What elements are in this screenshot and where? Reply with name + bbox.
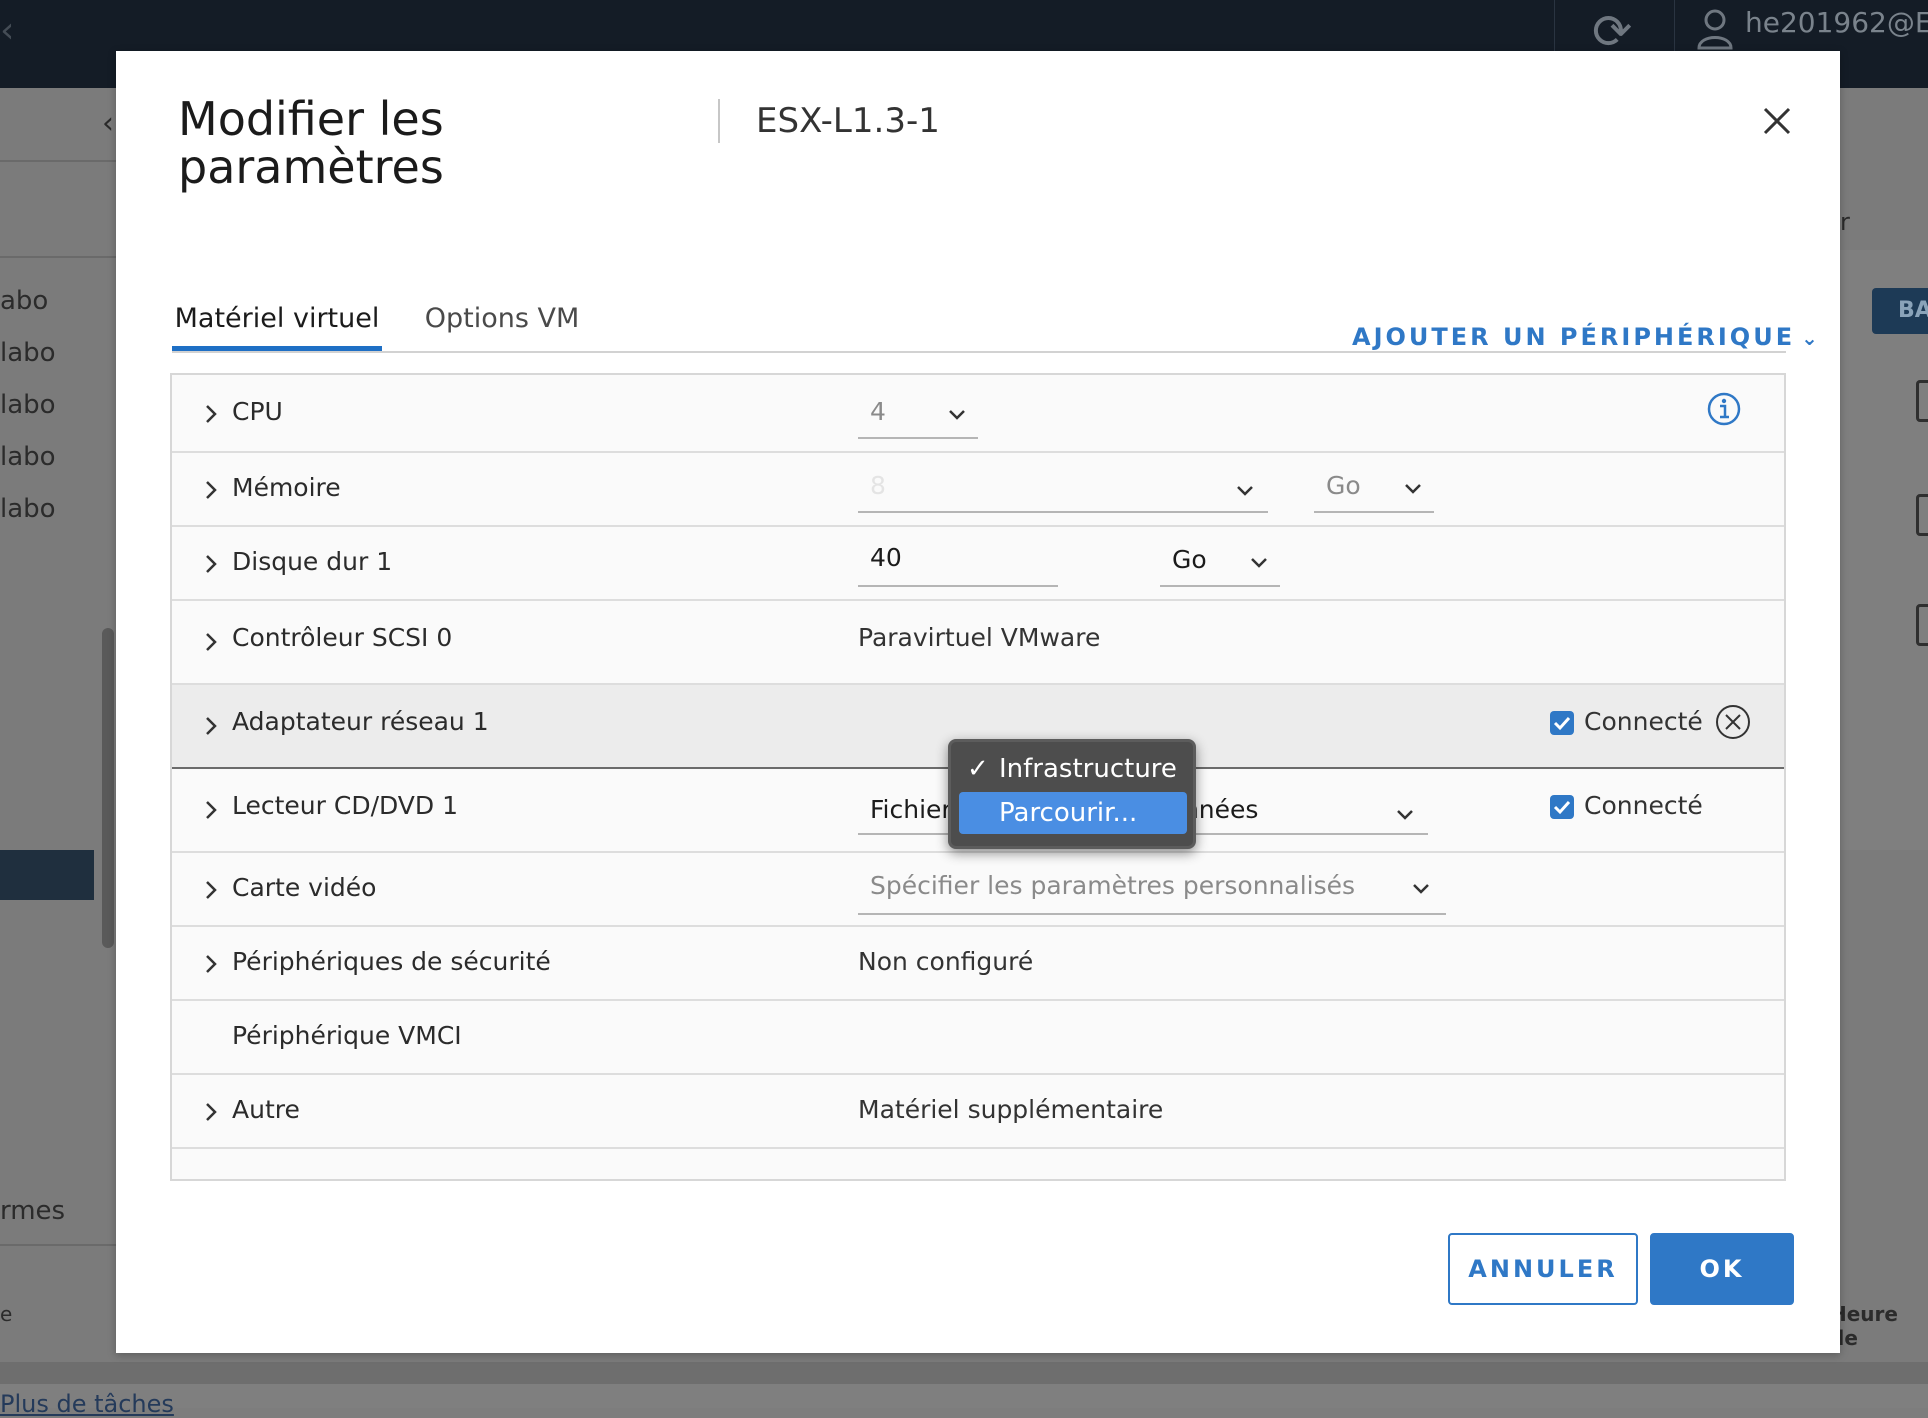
chevron-right-icon[interactable]: [200, 631, 222, 653]
cpu-value: 4: [870, 397, 886, 426]
chevron-right-icon[interactable]: [200, 403, 222, 425]
user-name: he201962@EPH: [1745, 6, 1928, 39]
chevron-down-icon: [1251, 558, 1267, 568]
alarms-tab: rmes: [0, 1196, 66, 1226]
scsi-value: Paravirtuel VMware: [858, 623, 1101, 652]
hardware-row-other: Autre Matériel supplémentaire: [172, 1075, 1784, 1149]
divider: [0, 160, 116, 162]
disk-unit-select[interactable]: Go: [1160, 543, 1280, 587]
checkmark-icon: ✓: [967, 754, 989, 784]
row-label: Contrôleur SCSI 0: [232, 623, 453, 652]
chevron-down-icon: [949, 410, 965, 420]
tasks-bar-strip: [0, 1362, 1928, 1384]
row-label: Carte vidéo: [232, 873, 377, 902]
cddvd-connected-checkbox[interactable]: [1550, 795, 1574, 819]
divider: [0, 256, 116, 258]
add-device-button[interactable]: AJOUTER UN PÉRIPHÉRIQUE ⌄: [1352, 323, 1818, 351]
chevron-down-icon: [1237, 486, 1253, 496]
chevron-right-icon[interactable]: [200, 799, 222, 821]
disk-unit: Go: [1172, 545, 1207, 574]
hardware-row-disk: Disque dur 1 40 Go: [172, 527, 1784, 601]
chevron-right-icon[interactable]: [200, 879, 222, 901]
right-panel: [1840, 250, 1928, 850]
tab-virtual-hardware[interactable]: Matériel virtuel: [172, 247, 382, 351]
hardware-row-scsi: Contrôleur SCSI 0 Paravirtuel VMware: [172, 601, 1784, 685]
add-device-label: AJOUTER UN PÉRIPHÉRIQUE: [1352, 323, 1796, 351]
option-label: Parcourir...: [999, 798, 1138, 828]
right-panel-text: r: [1840, 208, 1850, 236]
network-option-browse[interactable]: Parcourir...: [959, 792, 1187, 834]
row-label: Adaptateur réseau 1: [232, 707, 489, 736]
device-icon: [1916, 604, 1928, 646]
chevron-right-icon[interactable]: [200, 553, 222, 575]
divider: [0, 1244, 116, 1246]
row-label: Périphériques de sécurité: [232, 947, 551, 976]
action-badge: BA: [1872, 288, 1928, 334]
device-icon: [1916, 380, 1928, 422]
network-option-infrastructure[interactable]: ✓ Infrastructure: [959, 748, 1187, 790]
title-divider: [718, 99, 720, 143]
disk-size-input[interactable]: 40: [858, 541, 1058, 587]
chevron-down-icon: [1405, 484, 1421, 494]
chevron-down-icon: ⌄: [1801, 326, 1818, 350]
row-label: CPU: [232, 397, 283, 426]
video-value: Spécifier les paramètres personnalisés: [870, 871, 1356, 900]
nav-item-selected: [0, 850, 94, 900]
remove-device-icon[interactable]: [1714, 703, 1752, 741]
close-icon[interactable]: [1757, 101, 1797, 141]
nav-item: labo: [0, 442, 56, 472]
chevron-down-icon: [1397, 810, 1413, 820]
video-settings-select[interactable]: Spécifier les paramètres personnalisés: [858, 867, 1446, 915]
nav-item: abo: [0, 286, 49, 316]
other-value: Matériel supplémentaire: [858, 1095, 1164, 1124]
chevron-right-icon[interactable]: [200, 479, 222, 501]
row-label: Disque dur 1: [232, 547, 393, 576]
security-value: Non configuré: [858, 947, 1034, 976]
tab-vm-options[interactable]: Options VM: [412, 247, 592, 351]
memory-unit-select[interactable]: Go: [1314, 469, 1434, 513]
hardware-row-security: Périphériques de sécurité Non configuré: [172, 927, 1784, 1001]
column-header: e: [0, 1302, 13, 1326]
option-label: Infrastructure: [999, 754, 1177, 784]
cancel-button[interactable]: ANNULER: [1448, 1233, 1638, 1305]
column-header: Heure de: [1830, 1302, 1898, 1350]
collapse-chevron-icon: ‹: [102, 106, 114, 141]
hardware-row-cpu: CPU 4: [172, 375, 1784, 453]
chevron-right-icon[interactable]: [200, 953, 222, 975]
chevron-right-icon[interactable]: [200, 1101, 222, 1123]
info-icon[interactable]: [1706, 391, 1742, 427]
hardware-row-video: Carte vidéo Spécifier les paramètres per…: [172, 853, 1784, 927]
row-label: Mémoire: [232, 473, 341, 502]
row-label: Lecteur CD/DVD 1: [232, 791, 459, 820]
nav-item: labo: [0, 338, 56, 368]
nav-item: labo: [0, 494, 56, 524]
connected-label: Connecté: [1584, 707, 1703, 736]
edit-settings-dialog: Modifier les paramètres ESX-L1.3-1 Matér…: [116, 51, 1840, 1353]
row-label: Périphérique VMCI: [232, 1021, 462, 1050]
vm-name: ESX-L1.3-1: [756, 101, 940, 141]
scrollbar: [102, 628, 114, 948]
more-tasks-link: Plus de tâches: [0, 1390, 174, 1418]
cpu-select[interactable]: 4: [858, 395, 978, 439]
memory-value: 8: [870, 471, 886, 500]
memory-select[interactable]: 8: [858, 469, 1268, 513]
disk-size-value: 40: [870, 543, 902, 572]
connected-label: Connecté: [1584, 791, 1703, 820]
network-dropdown-menu: ✓ Infrastructure Parcourir...: [948, 739, 1196, 849]
chevron-down-icon: [1413, 884, 1429, 894]
ok-button[interactable]: OK: [1650, 1233, 1794, 1305]
dialog-title: Modifier les paramètres: [178, 92, 444, 194]
row-label: Autre: [232, 1095, 300, 1124]
device-icon: [1916, 494, 1928, 536]
back-icon: ‹: [0, 10, 15, 51]
network-connected-checkbox[interactable]: [1550, 711, 1574, 735]
hardware-row-vmci: Périphérique VMCI: [172, 1001, 1784, 1075]
hardware-row-memory: Mémoire 8 Go: [172, 453, 1784, 527]
nav-item: labo: [0, 390, 56, 420]
memory-unit: Go: [1326, 471, 1361, 500]
chevron-right-icon[interactable]: [200, 715, 222, 737]
user-icon: [1697, 9, 1733, 50]
